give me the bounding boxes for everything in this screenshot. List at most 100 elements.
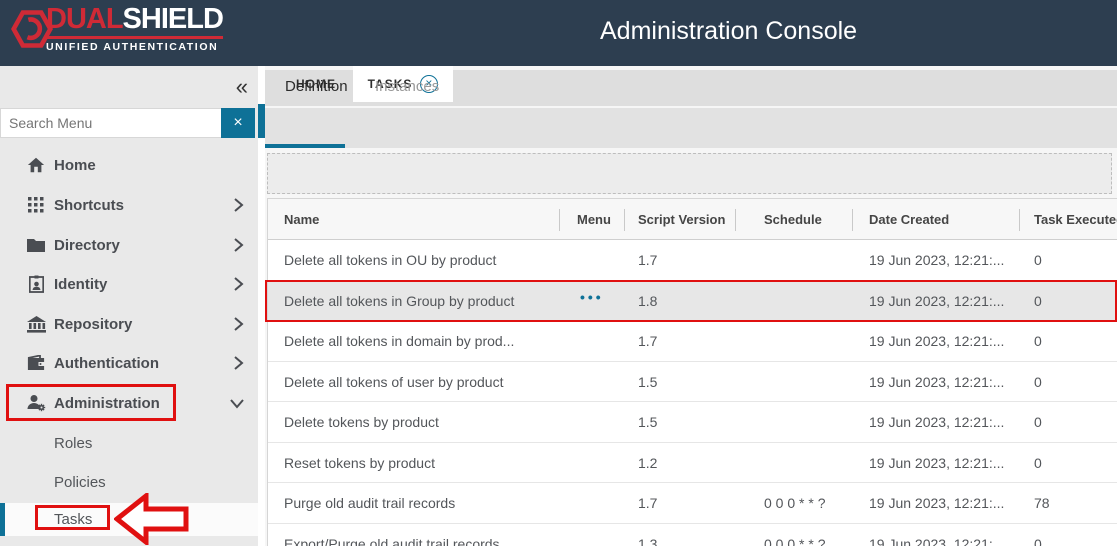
- cell-name: Delete all tokens in OU by product: [284, 252, 496, 268]
- sidebar-item-label: Identity: [54, 276, 107, 293]
- sidebar-collapse-icon[interactable]: «: [236, 74, 248, 100]
- cell-name: Reset tokens by product: [284, 455, 435, 471]
- sidebar-item-label: Tasks: [54, 511, 92, 528]
- cell-date-created: 19 Jun 2023, 12:21:...: [869, 455, 1004, 471]
- page-title: Administration Console: [600, 17, 857, 46]
- cell-schedule: 0 0 0 * * ?: [764, 495, 826, 511]
- sidebar-item-label: Administration: [54, 395, 160, 412]
- sidebar-item-label: Home: [54, 157, 96, 174]
- cell-name: Delete all tokens in Group by product: [284, 293, 514, 309]
- cell-name: Export/Purge old audit trail records: [284, 536, 500, 546]
- cell-name: Delete all tokens of user by product: [284, 374, 503, 390]
- table-row[interactable]: Export/Purge old audit trail records 1.3…: [268, 524, 1117, 546]
- cell-date-created: 19 Jun 2023, 12:21:...: [869, 374, 1004, 390]
- sidebar-scrollbar[interactable]: [258, 66, 265, 546]
- column-header-menu[interactable]: Menu: [577, 212, 611, 227]
- search-input[interactable]: [0, 108, 221, 138]
- cell-script-version: 1.5: [638, 374, 657, 390]
- row-actions-menu-icon[interactable]: •••: [580, 289, 604, 305]
- chevron-down-icon: [230, 397, 244, 409]
- id-card-icon: [26, 274, 46, 294]
- sidebar-item-tasks[interactable]: Tasks: [0, 503, 258, 536]
- table-row[interactable]: Purge old audit trail records 1.7 0 0 0 …: [268, 483, 1117, 524]
- column-header-name[interactable]: Name: [284, 212, 319, 227]
- search-clear-button[interactable]: ×: [221, 108, 255, 138]
- cell-date-created: 19 Jun 2023, 12:21:...: [869, 495, 1004, 511]
- cell-script-version: 1.3: [638, 536, 657, 546]
- sidebar-item-administration[interactable]: Administration: [0, 383, 258, 423]
- sidebar-item-label: Authentication: [54, 355, 159, 372]
- tab-instances[interactable]: Instances: [375, 66, 439, 106]
- tab-definition[interactable]: Definition: [285, 66, 348, 106]
- sidebar-item-label: Roles: [54, 435, 92, 452]
- table-row[interactable]: Delete all tokens of user by product 1.5…: [268, 362, 1117, 403]
- column-divider: [735, 209, 736, 231]
- cell-date-created: 19 Jun 2023, 12:21:: [869, 536, 993, 546]
- cell-date-created: 19 Jun 2023, 12:21:...: [869, 252, 1004, 268]
- sidebar-item-label: Policies: [54, 474, 106, 491]
- cell-script-version: 1.7: [638, 333, 657, 349]
- cell-name: Delete all tokens in domain by prod...: [284, 333, 514, 349]
- logo-subtitle: UNIFIED AUTHENTICATION: [46, 36, 223, 53]
- dualshield-admin-console: DUALSHIELD UNIFIED AUTHENTICATION Admini…: [0, 0, 1117, 546]
- cell-schedule: 0 0 0 * * ?: [764, 536, 826, 546]
- tasks-table: Name Menu Script Version Schedule Date C…: [267, 198, 1117, 546]
- cell-task-executed: 0: [1034, 536, 1042, 546]
- column-divider: [852, 209, 853, 231]
- chevron-right-icon: [232, 238, 244, 252]
- column-header-schedule[interactable]: Schedule: [764, 212, 822, 227]
- sidebar-item-directory[interactable]: Directory: [0, 225, 258, 265]
- grid-icon: [26, 195, 46, 215]
- table-row[interactable]: Delete all tokens in domain by prod... 1…: [268, 321, 1117, 362]
- column-header-task-executed[interactable]: Task Executed: [1034, 212, 1117, 227]
- table-row-selected[interactable]: Delete all tokens in Group by product ••…: [268, 281, 1117, 322]
- sidebar-item-shortcuts[interactable]: Shortcuts: [0, 185, 258, 225]
- column-divider: [559, 209, 560, 231]
- cell-script-version: 1.7: [638, 252, 657, 268]
- logo-word-shield: SHIELD: [123, 3, 223, 35]
- folder-icon: [26, 235, 46, 255]
- column-divider: [1019, 209, 1020, 231]
- dualshield-logo: DUALSHIELD UNIFIED AUTHENTICATION: [10, 4, 223, 53]
- chevron-right-icon: [232, 356, 244, 370]
- active-subtab-underline: [265, 144, 345, 148]
- cell-task-executed: 0: [1034, 414, 1042, 430]
- table-row[interactable]: Reset tokens by product 1.2 19 Jun 2023,…: [268, 443, 1117, 484]
- sidebar-item-policies[interactable]: Policies: [0, 462, 258, 502]
- table-header-row: Name Menu Script Version Schedule Date C…: [268, 199, 1117, 240]
- cell-script-version: 1.7: [638, 495, 657, 511]
- sidebar-item-repository[interactable]: Repository: [0, 304, 258, 344]
- logo-word-dual: DUAL: [46, 3, 123, 35]
- cell-date-created: 19 Jun 2023, 12:21:...: [869, 414, 1004, 430]
- user-gear-icon: [26, 393, 46, 413]
- empty-toolbar-panel: [267, 153, 1112, 194]
- logo-wordmark: DUALSHIELD: [46, 4, 223, 34]
- column-header-date-created[interactable]: Date Created: [869, 212, 949, 227]
- sidebar-search: ×: [0, 108, 255, 138]
- chevron-right-icon: [232, 317, 244, 331]
- sidebar-item-identity[interactable]: Identity: [0, 264, 258, 304]
- wallet-icon: [26, 353, 46, 373]
- cell-name: Delete tokens by product: [284, 414, 439, 430]
- sidebar-item-roles[interactable]: Roles: [0, 423, 258, 463]
- table-row[interactable]: Delete all tokens in OU by product 1.7 1…: [268, 240, 1117, 281]
- sidebar-scrollbar-thumb[interactable]: [258, 104, 265, 138]
- sidebar-item-label: Directory: [54, 237, 120, 254]
- app-header: DUALSHIELD UNIFIED AUTHENTICATION Admini…: [0, 0, 1117, 66]
- home-icon: [26, 155, 46, 175]
- subtab-strip: [265, 108, 1117, 148]
- cell-script-version: 1.8: [638, 293, 657, 309]
- tab-instances-label: Instances: [375, 78, 439, 95]
- sidebar-item-label: Repository: [54, 316, 132, 333]
- cell-date-created: 19 Jun 2023, 12:21:...: [869, 293, 1004, 309]
- column-header-script-version[interactable]: Script Version: [638, 212, 725, 227]
- sidebar: « × Home Shortcuts Directory: [0, 66, 258, 546]
- sidebar-item-label: Shortcuts: [54, 197, 124, 214]
- main-content: HOME TASKS × Definition Instances Name M…: [265, 66, 1117, 546]
- cell-task-executed: 0: [1034, 455, 1042, 471]
- chevron-right-icon: [232, 277, 244, 291]
- sidebar-item-authentication[interactable]: Authentication: [0, 343, 258, 383]
- sidebar-item-home[interactable]: Home: [0, 145, 258, 185]
- cell-task-executed: 0: [1034, 293, 1042, 309]
- table-row[interactable]: Delete tokens by product 1.5 19 Jun 2023…: [268, 402, 1117, 443]
